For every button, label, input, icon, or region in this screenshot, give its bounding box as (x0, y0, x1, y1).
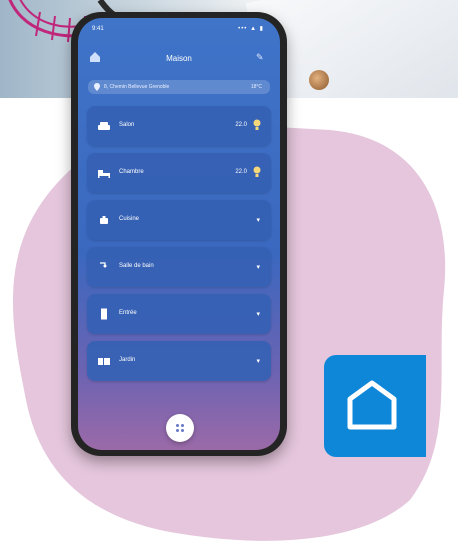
room-name: Salle de bain (119, 263, 154, 269)
weather-location: 8, Chemin Bellevue Grenoble (104, 84, 170, 90)
status-bar: 9:41 ••• ▲ ▮ (78, 18, 280, 36)
app-logo-tile (324, 355, 426, 457)
room-card-salon[interactable]: Salon 22.0 (87, 106, 271, 146)
cufflink (309, 70, 329, 90)
house-outline-icon (347, 380, 397, 430)
room-card-chambre[interactable]: Chambre 22.0 (87, 153, 271, 193)
bulb-icon[interactable] (253, 166, 261, 178)
chevron-down-icon[interactable]: ▾ (256, 216, 260, 224)
room-card-jardin[interactable]: Jardin ▾ (87, 341, 271, 381)
shower-icon (100, 262, 107, 268)
location-pin-icon (94, 83, 100, 91)
status-time: 9:41 (92, 26, 104, 32)
room-list: Salon 22.0 Chambre 22.0 Cuisine ▾ Salle … (87, 106, 271, 388)
room-temperature: 22.0 (235, 169, 247, 175)
grid-dots-icon (176, 424, 184, 432)
chevron-down-icon[interactable]: ▾ (256, 310, 260, 318)
room-card-salle-de-bain[interactable]: Salle de bain ▾ (87, 247, 271, 287)
sofa-icon (98, 122, 110, 130)
room-name: Jardin (119, 357, 136, 363)
room-card-cuisine[interactable]: Cuisine ▾ (87, 200, 271, 240)
room-name: Chambre (119, 169, 144, 175)
pencil-icon[interactable]: ✎ (256, 52, 268, 64)
grid-dots-icon[interactable] (166, 414, 194, 442)
bed-icon (98, 170, 110, 178)
pot-icon (100, 216, 108, 224)
weather-temperature: 18°C (250, 84, 262, 90)
room-name: Entrée (119, 310, 137, 316)
signal-icon: ••• ▲ ▮ (238, 26, 264, 32)
page-title: Maison (166, 54, 192, 63)
room-card-entree[interactable]: Entrée ▾ (87, 294, 271, 334)
weather-bar[interactable]: 8, Chemin Bellevue Grenoble 18°C (88, 80, 270, 94)
door-icon (101, 308, 107, 320)
phone-frame: 9:41 ••• ▲ ▮ Maison ✎ 8, Chemin Bellevue… (71, 12, 287, 456)
bulb-icon[interactable] (253, 119, 261, 131)
garden-icon (98, 358, 110, 365)
app-header: Maison ✎ (78, 48, 280, 68)
room-temperature: 22.0 (235, 122, 247, 128)
room-name: Salon (119, 122, 135, 128)
app-screen: 9:41 ••• ▲ ▮ Maison ✎ 8, Chemin Bellevue… (78, 18, 280, 450)
chevron-down-icon[interactable]: ▾ (256, 263, 260, 271)
chevron-down-icon[interactable]: ▾ (256, 357, 260, 365)
room-name: Cuisine (119, 216, 140, 222)
